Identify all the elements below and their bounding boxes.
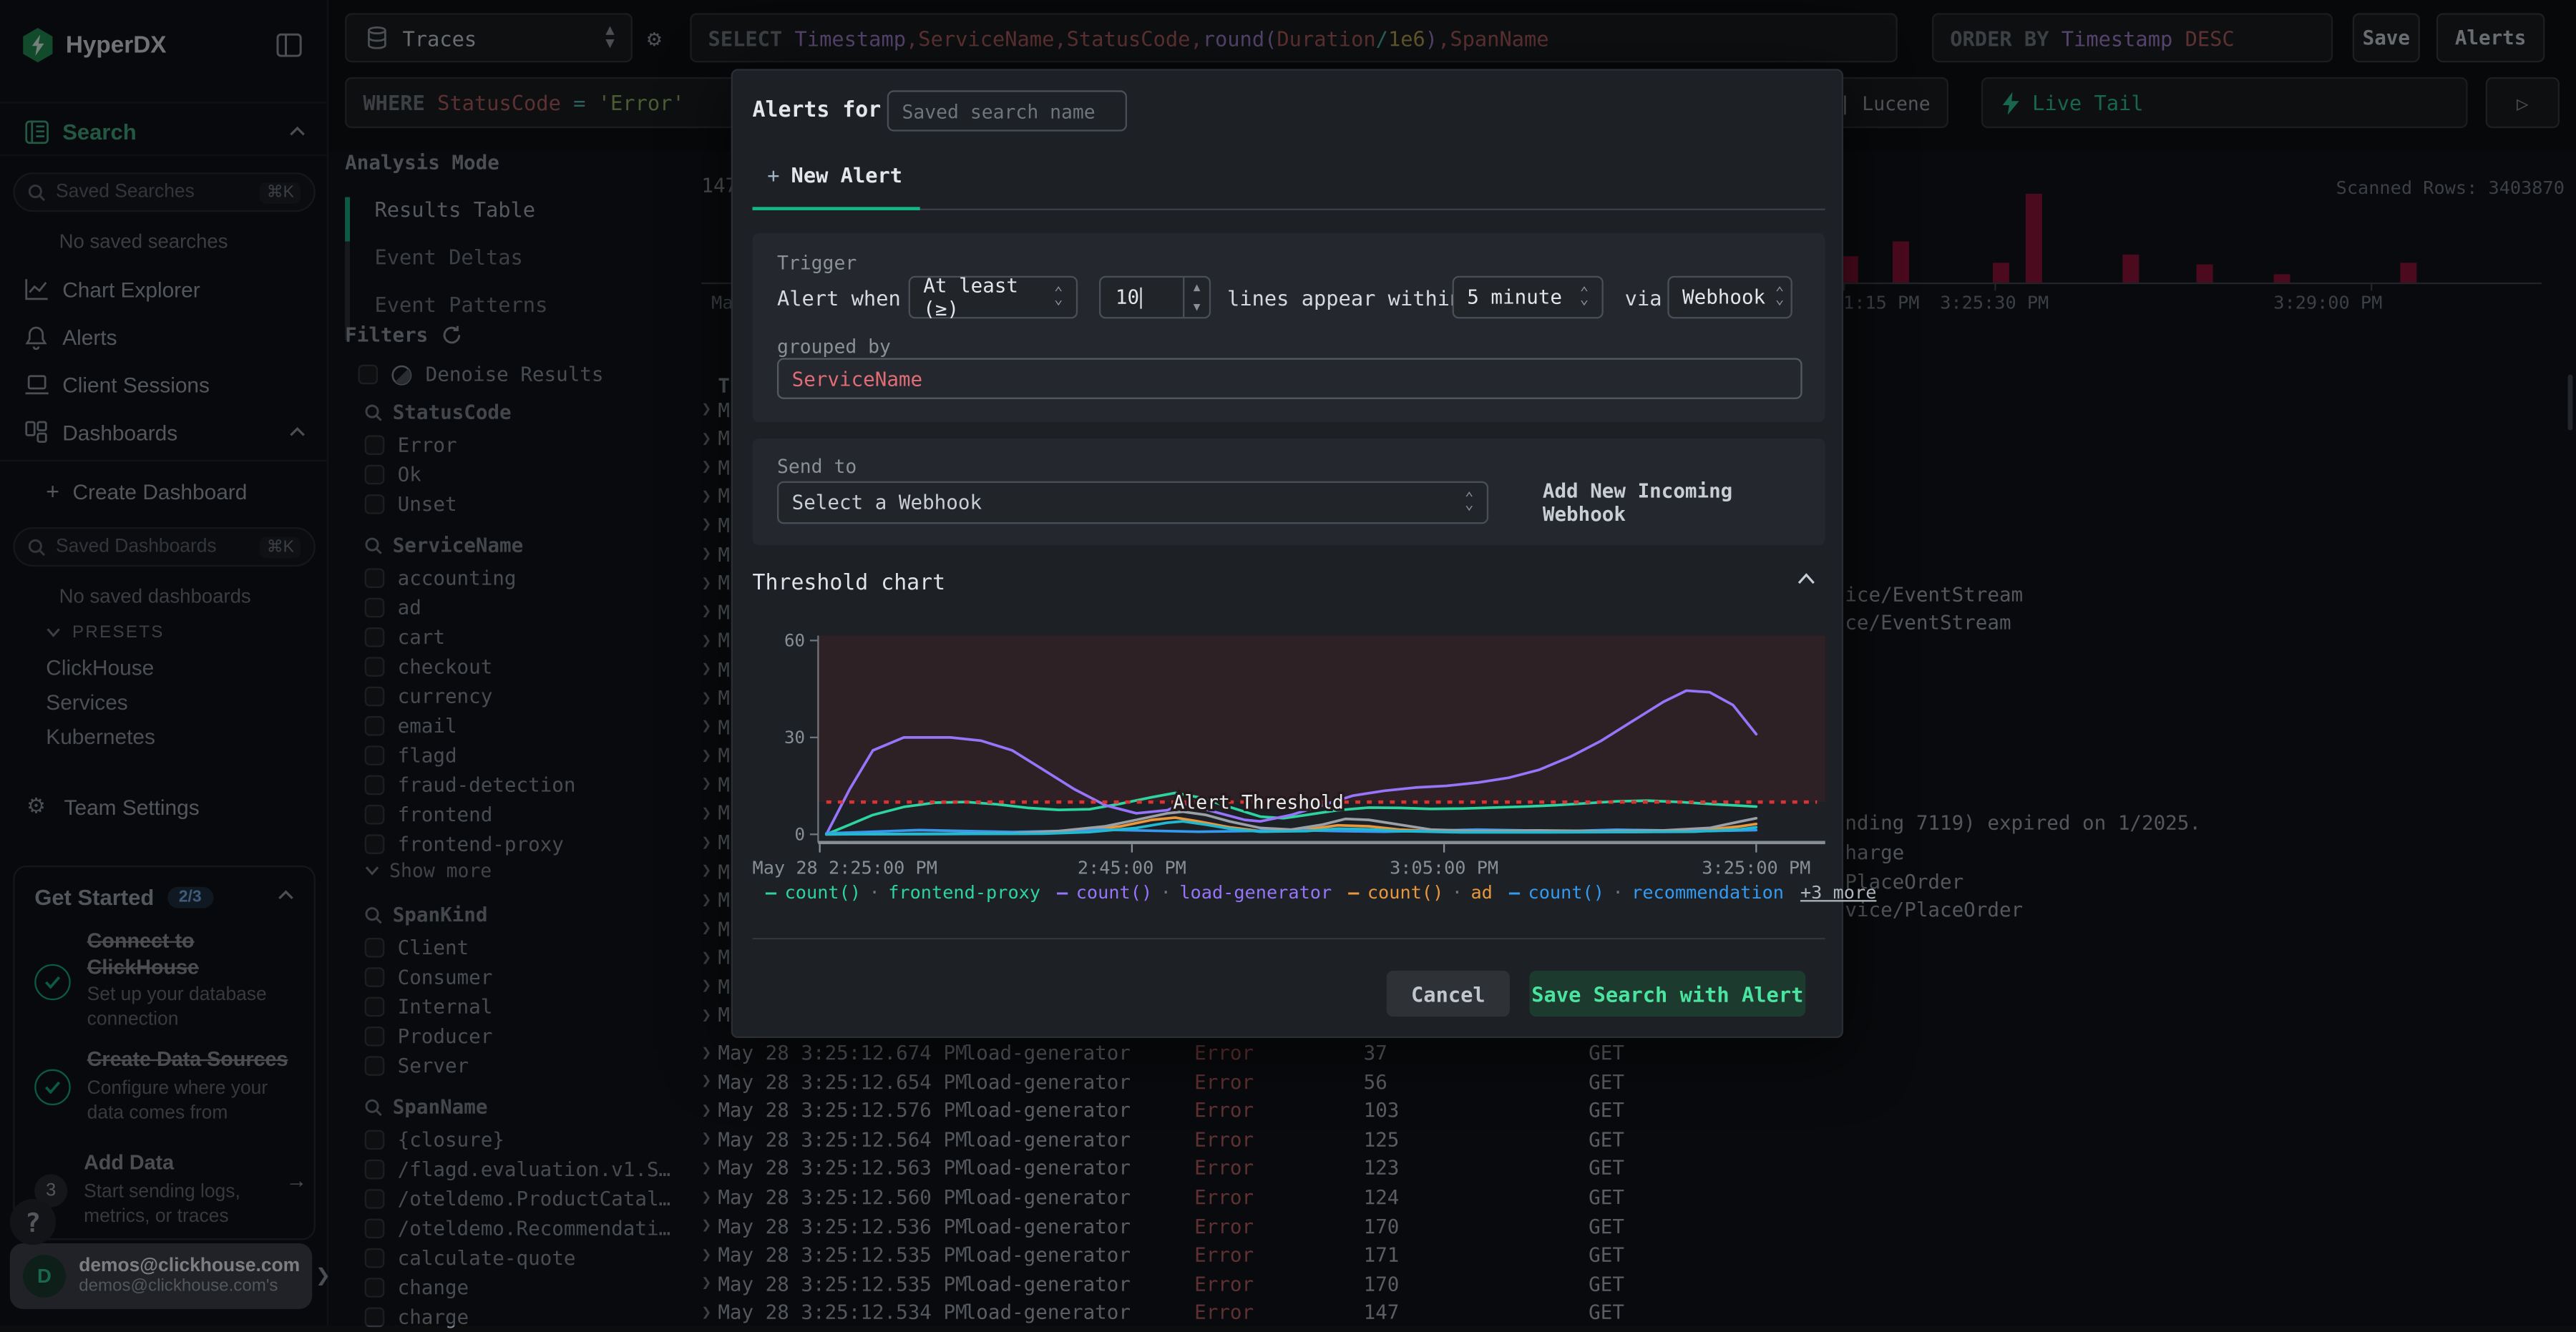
footer-divider [752,937,1825,940]
save-alert-button[interactable]: Save Search with Alert [1529,970,1806,1017]
send-to-label: Send to [776,454,857,479]
via-label: via [1624,285,1662,310]
svg-text:2:45:00 PM: 2:45:00 PM [1078,857,1186,878]
chevron-updown-icon: ⌃ ⌄ [1579,285,1589,308]
legend-entry[interactable]: — count() · ad [1348,882,1493,903]
channel-select[interactable]: Webhook ⌃ ⌄ [1667,275,1792,319]
grouped-by-input[interactable]: ServiceName [776,358,1802,399]
plus-icon: + [767,162,780,187]
collapse-chart-icon[interactable] [1797,573,1815,584]
grouped-by-value: ServiceName [791,367,923,391]
svg-text:30: 30 [784,728,805,748]
tab-label: New Alert [791,162,903,187]
send-to-panel: Send to Select a Webhook ⌃ ⌄ Add New Inco… [752,439,1825,546]
svg-text:3:05:00 PM: 3:05:00 PM [1390,857,1498,878]
add-webhook-link[interactable]: Add New Incoming Webhook [1543,479,1825,525]
webhook-select[interactable]: Select a Webhook ⌃ ⌄ [776,481,1489,524]
grouped-by-label: grouped by [776,335,891,358]
lines-within-label: lines appear within [1227,285,1463,310]
text-caret [1141,286,1143,308]
chart-legend: — count() · frontend-proxy — count() · load-gen… [766,882,1877,903]
name-placeholder: Saved search name [902,99,1096,123]
chevron-updown-icon: ⌃ ⌄ [1054,285,1063,308]
modal-title: Alerts for [752,98,882,124]
alert-when-label: Alert when [776,285,901,310]
legend-more-link[interactable]: +3 more [1800,882,1876,903]
trigger-label: Trigger [776,251,857,275]
threshold-value: 10 [1115,285,1140,309]
threshold-input[interactable]: 10 ▲ ▼ [1098,275,1211,319]
alert-modal: Alerts for Saved search name + New Alert… [731,69,1877,1039]
svg-text:3:25:00 PM: 3:25:00 PM [1702,857,1810,878]
window-select[interactable]: 5 minute ⌃ ⌄ [1452,275,1604,319]
svg-text:60: 60 [784,630,805,650]
threshold-chart-title: Threshold chart [752,570,946,596]
comparator-select[interactable]: At least (≥) ⌃ ⌄ [908,274,1078,320]
legend-entry[interactable]: — count() · recommendation [1509,882,1784,903]
chevron-updown-icon: ⌃ ⌄ [1775,285,1785,308]
svg-text:0: 0 [794,824,805,844]
cancel-button[interactable]: Cancel [1386,970,1510,1017]
saved-search-name-input[interactable]: Saved search name [887,90,1127,132]
svg-text:May 28 2:25:00 PM: May 28 2:25:00 PM [753,857,937,878]
tab-active-indicator [752,206,920,210]
number-spinner[interactable]: ▲ ▼ [1183,278,1209,318]
app-root: Traces ▲ ▼ ⚙ SELECT Timestamp,ServiceName… [0,0,2576,1328]
legend-entry[interactable]: — count() · load-generator [1057,882,1332,903]
chevron-updown-icon: ⌃ ⌄ [1464,490,1474,514]
legend-entry[interactable]: — count() · frontend-proxy [766,882,1040,903]
trigger-panel: Trigger Alert when At least (≥) ⌃ ⌄ 10 ▲ ▼ … [752,233,1825,423]
svg-text:Alert Threshold: Alert Threshold [1174,791,1344,813]
threshold-chart: 0 30 60 May 28 2:25:00 PM 2:45:00 PM 3:05:00 … [753,630,1825,878]
tab-new-alert[interactable]: + New Alert [767,161,902,187]
